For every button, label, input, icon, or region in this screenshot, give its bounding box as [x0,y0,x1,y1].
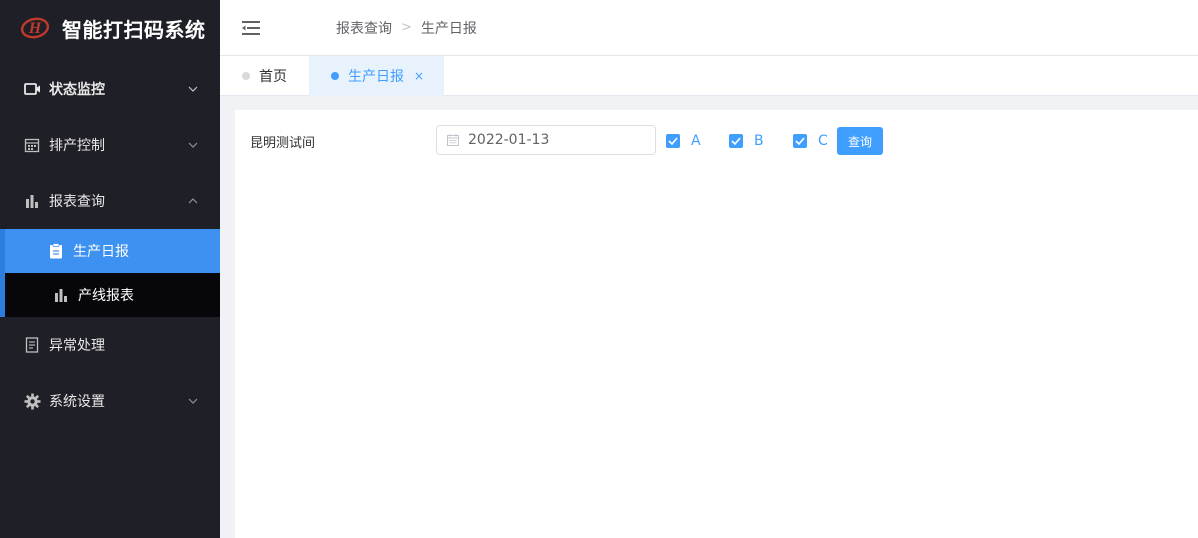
tab-label: 首页 [259,69,287,85]
sidebar-item-label: 报表查询 [49,194,105,210]
sidebar-item-system-settings[interactable]: 系统设置 [0,373,220,429]
breadcrumb-current: 生产日报 [420,20,477,37]
tab-bar: 首页 生产日报 × [220,56,1198,96]
sidebar-item-label: 状态监控 [49,82,105,98]
app-title: 智能打扫码系统 [62,17,206,42]
tab-daily-report[interactable]: 生产日报 × [309,56,445,96]
main-content: 昆明测试间 2022-01-13 A B C 查询 [235,110,1198,538]
sidebar-item-label: 异常处理 [49,338,105,354]
sidebar-subitem-daily-report[interactable]: 生产日报 [0,229,220,273]
date-picker-input[interactable]: 2022-01-13 [436,125,656,155]
close-icon[interactable]: × [414,69,424,83]
sidebar-item-exception-handling[interactable]: 异常处理 [0,317,220,373]
sidebar-item-label: 系统设置 [49,394,105,410]
checkbox-label: A [691,133,701,149]
video-camera-icon [23,80,41,98]
bar-chart-icon [53,287,69,303]
checkbox-label: C [818,133,828,149]
clipboard-icon [48,243,64,259]
sidebar-item-report-query[interactable]: 报表查询 [0,173,220,229]
tab-dot [331,72,339,80]
chevron-up-icon [188,198,198,204]
chevron-down-icon [188,142,198,148]
tab-dot [242,72,250,80]
chevron-down-icon [188,86,198,92]
checkbox-label: B [754,133,764,149]
checkbox-checked-icon [793,134,807,148]
breadcrumb-separator: > [401,20,412,35]
calendar-icon [447,134,459,146]
checkbox-b[interactable]: B [729,133,764,149]
sidebar: H 智能打扫码系统 状态监控 排产控制 报表查询 生产日报 产线报表 异常处理 … [0,0,220,538]
sidebar-subitem-line-report[interactable]: 产线报表 [0,273,220,317]
gear-icon [23,392,41,410]
sidebar-subitem-label: 产线报表 [78,288,134,304]
checkbox-checked-icon [666,134,680,148]
filter-bar: 昆明测试间 2022-01-13 A B C 查询 [235,125,1198,155]
svg-text:H: H [28,20,42,37]
breadcrumb: 报表查询 > 生产日报 [336,18,477,38]
query-button[interactable]: 查询 [837,127,883,155]
sidebar-item-label: 排产控制 [49,138,105,154]
workshop-label: 昆明测试间 [250,136,316,151]
sidebar-subitem-label: 生产日报 [73,244,129,260]
brand: H 智能打扫码系统 [0,0,220,56]
checkbox-c[interactable]: C [793,133,828,149]
brand-logo-icon: H [20,17,50,39]
date-value: 2022-01-13 [468,132,550,148]
sidebar-item-production-control[interactable]: 排产控制 [0,117,220,173]
bar-chart-icon [23,192,41,210]
breadcrumb-item[interactable]: 报表查询 [336,18,392,38]
tab-label: 生产日报 [348,69,404,85]
checkbox-a[interactable]: A [666,133,701,149]
checkbox-checked-icon [729,134,743,148]
calendar-icon [23,136,41,154]
document-icon [23,336,41,354]
sidebar-item-status-monitor[interactable]: 状态监控 [0,61,220,117]
tab-home[interactable]: 首页 [220,56,309,96]
chevron-down-icon [188,398,198,404]
hamburger-menu-icon[interactable] [242,20,260,36]
top-header: 报表查询 > 生产日报 [220,0,1198,56]
